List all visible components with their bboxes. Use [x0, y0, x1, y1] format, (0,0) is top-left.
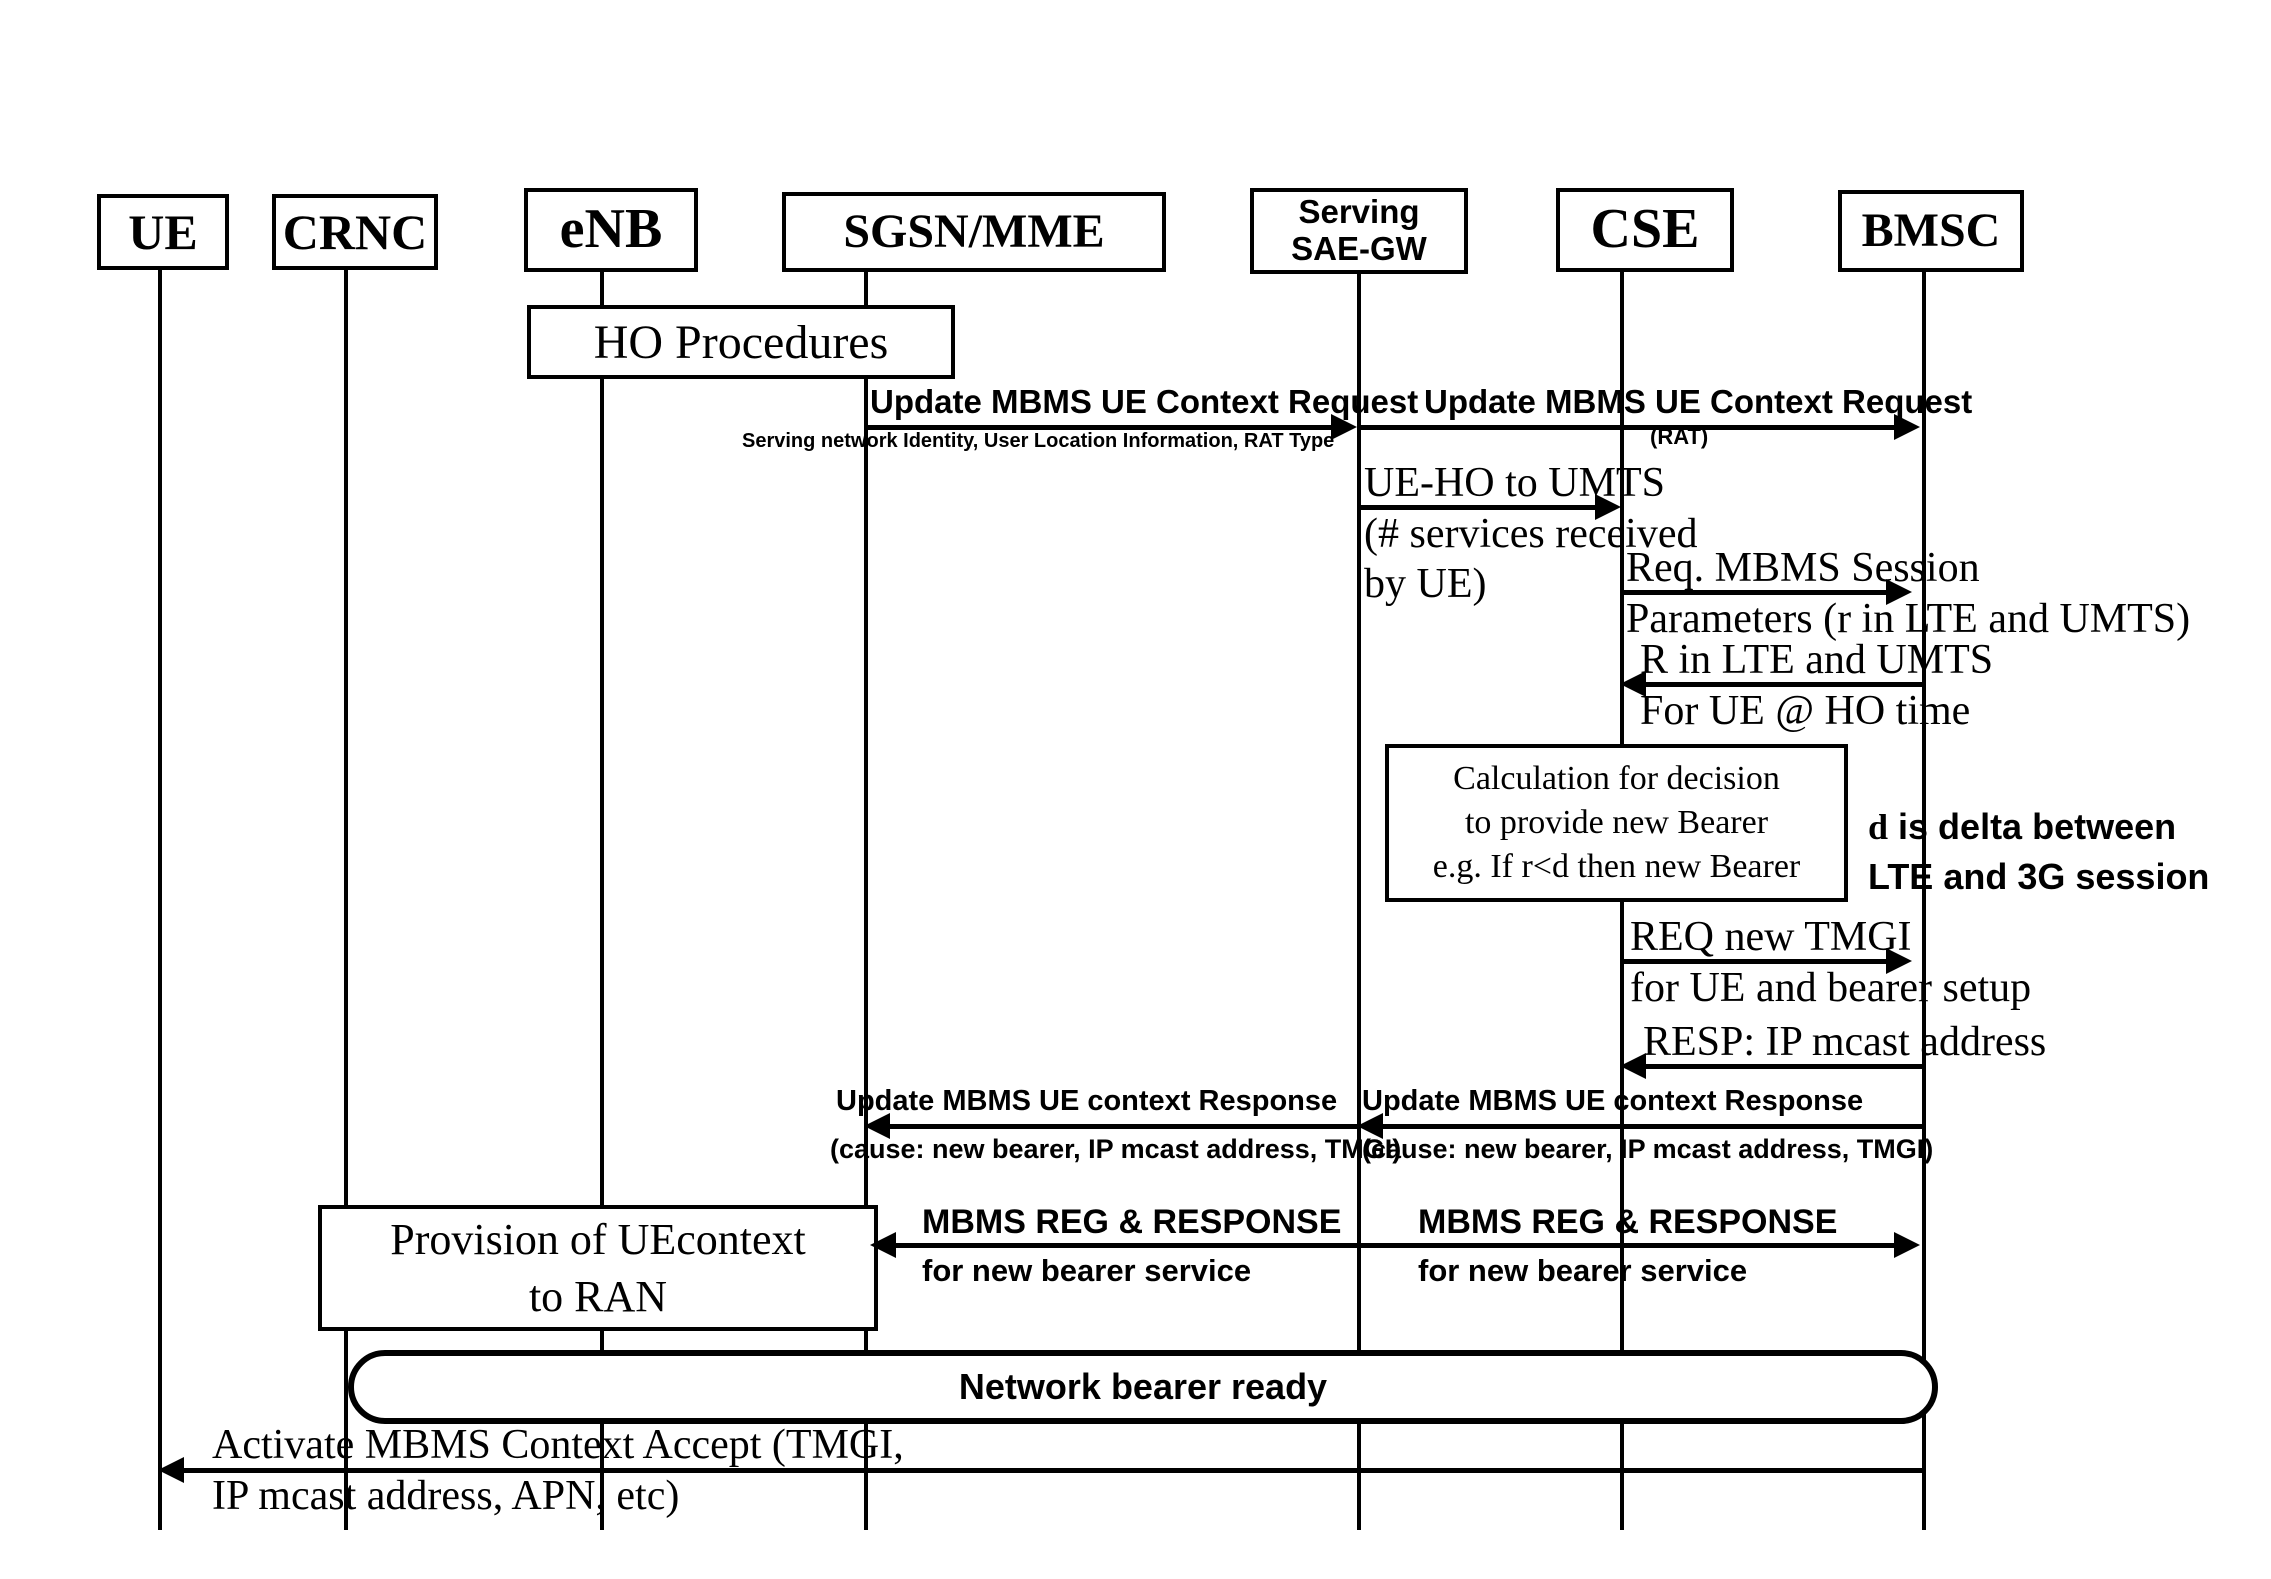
- message-label-m10: MBMS REG & RESPONSE: [922, 1203, 1342, 1241]
- note-calculation[interactable]: Calculation for decision to provide new …: [1385, 744, 1848, 902]
- actor-label-sgsn: SGSN/MME: [843, 204, 1105, 258]
- message-arrowhead-m12: [158, 1457, 184, 1483]
- message-sublabel-m4: Parameters (r in LTE and UMTS): [1626, 596, 2191, 642]
- message-sublabel-m10: for new bearer service: [922, 1253, 1252, 1288]
- message-label-m11: MBMS REG & RESPONSE: [1418, 1203, 1838, 1241]
- annotation-delta-line1: d is delta between: [1868, 806, 2177, 847]
- message-arrowhead-m11: [1894, 1232, 1920, 1258]
- actor-label-cse: CSE: [1590, 198, 1700, 261]
- message-line-m11: [1357, 1243, 1894, 1248]
- message-sublabel-m8: (cause: new bearer, IP mcast address, TM…: [1362, 1134, 1934, 1164]
- message-sublabel-m11: for new bearer service: [1418, 1253, 1748, 1288]
- actor-label-enb: eNB: [559, 198, 663, 261]
- note-calculation-line3: e.g. If r<d then new Bearer: [1432, 848, 1801, 886]
- annotation-delta-symbol: d: [1868, 807, 1889, 847]
- message-label-m4: Req. MBMS Session: [1626, 545, 1980, 591]
- note-provision-line2: to RAN: [528, 1272, 668, 1321]
- message-line-m2: [1357, 425, 1894, 430]
- message-sublabel-m3-line2: by UE): [1364, 561, 1487, 607]
- message-sublabel-m2: (RAT): [1650, 424, 1709, 449]
- note-ho-procedures-label: HO Procedures: [593, 315, 889, 369]
- lifeline-ue: [158, 196, 162, 1530]
- message-sublabel-m12: IP mcast address, APN, etc): [212, 1473, 680, 1519]
- message-label-m8: Update MBMS UE context Response: [1362, 1085, 1864, 1117]
- note-ho-procedures[interactable]: HO Procedures: [527, 305, 955, 379]
- message-label-m2: Update MBMS UE Context Request: [1424, 383, 1973, 420]
- message-line-m8: [1383, 1124, 1924, 1129]
- annotation-delta-text: is delta between: [1888, 806, 2177, 847]
- actor-label-bmsc: BMSC: [1861, 203, 2001, 257]
- message-label-m9: Update MBMS UE context Response: [836, 1085, 1338, 1117]
- message-line-m9: [890, 1124, 1357, 1129]
- annotation-delta-line2: LTE and 3G session: [1868, 856, 2210, 897]
- actor-box-cse[interactable]: CSE: [1556, 188, 1734, 272]
- actor-label-saegw-line1: Serving: [1298, 193, 1420, 231]
- message-label-m12: Activate MBMS Context Accept (TMGI,: [212, 1422, 904, 1468]
- message-label-m7: RESP: IP mcast address: [1643, 1019, 2047, 1065]
- actor-box-crnc[interactable]: CRNC: [272, 194, 438, 270]
- message-arrowhead-m10: [870, 1232, 896, 1258]
- message-label-m6: REQ new TMGI: [1630, 914, 1912, 960]
- actor-box-bmsc[interactable]: BMSC: [1838, 190, 2024, 272]
- message-sublabel-m6: for UE and bearer setup: [1630, 965, 2032, 1011]
- message-label-m1: Update MBMS UE Context Request: [870, 383, 1419, 420]
- actor-box-enb[interactable]: eNB: [524, 188, 698, 272]
- note-provision-line1: Provision of UEcontext: [390, 1214, 806, 1264]
- actor-label-ue: UE: [128, 203, 198, 260]
- message-sublabel-m5: For UE @ HO time: [1640, 688, 1971, 734]
- actor-label-saegw-line2: SAE-GW: [1291, 230, 1427, 267]
- note-network-bearer-ready-label: Network bearer ready: [958, 1366, 1328, 1407]
- actor-box-saegw[interactable]: Serving SAE-GW: [1250, 188, 1468, 274]
- message-sublabel-m1: Serving network Identity, User Location …: [742, 430, 1335, 452]
- message-label-m3: UE-HO to UMTS: [1364, 460, 1665, 506]
- note-provision-uecontext[interactable]: Provision of UEcontext to RAN: [318, 1205, 878, 1331]
- message-sublabel-m9: (cause: new bearer, IP mcast address, TM…: [830, 1134, 1402, 1164]
- actor-box-sgsn[interactable]: SGSN/MME: [782, 192, 1166, 272]
- note-calculation-line1: Calculation for decision: [1453, 759, 1780, 797]
- message-line-m10: [896, 1243, 1357, 1248]
- sequence-diagram-canvas: UE CRNC eNB SGSN/MME Serving SAE-GW CSE …: [0, 0, 2271, 1579]
- note-network-bearer-ready[interactable]: Network bearer ready: [348, 1350, 1938, 1424]
- actor-box-ue[interactable]: UE: [97, 194, 229, 270]
- note-calculation-line2: to provide new Bearer: [1464, 803, 1769, 841]
- message-label-m5: R in LTE and UMTS: [1640, 637, 1994, 683]
- actor-label-crnc: CRNC: [282, 203, 428, 260]
